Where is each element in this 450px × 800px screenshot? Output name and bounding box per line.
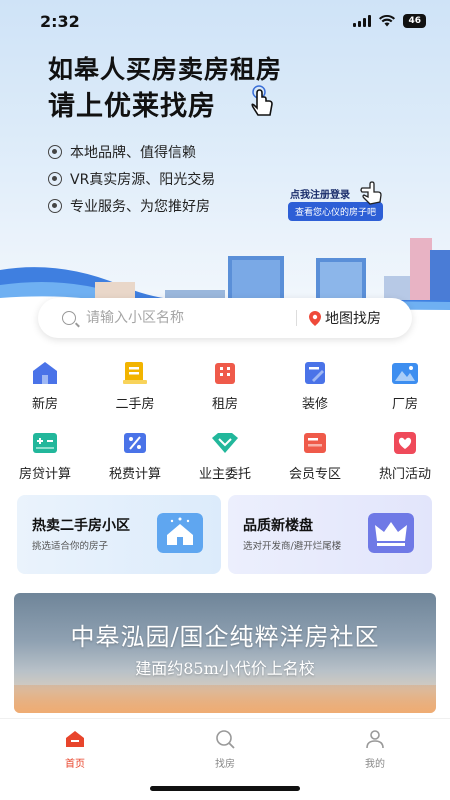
category-label: 业主委托 [198,467,251,482]
profile-icon [366,730,384,749]
card-title: 品质新楼盘 [243,518,313,534]
new-house-icon [33,362,57,384]
home-indicator [150,786,300,791]
feature-item: 本地品牌、值得信赖 [48,138,215,165]
hot-secondhand-communities-card[interactable]: 热卖二手房小区 挑选适合你的房子 [17,495,221,574]
category-label: 二手房 [115,397,155,412]
wifi-icon [379,15,396,27]
category-second-hand[interactable]: 二手房 [90,356,180,426]
home-icon [66,731,84,747]
card-subtitle: 挑选适合你的房子 [32,541,109,552]
category-label: 装修 [301,397,328,412]
factory-icon [392,363,418,384]
tab-home[interactable]: 首页 [45,729,105,770]
category-label: 税费计算 [108,467,161,482]
category-owner-entrust[interactable]: 业主委托 [180,426,270,496]
feature-text: VR真实房源、阳光交易 [70,171,216,188]
search-divider [296,310,297,326]
hot-event-icon [394,432,416,454]
category-factory[interactable]: 厂房 [360,356,450,426]
decorate-icon [305,362,325,384]
loan-calc-icon [33,433,57,453]
promo-subtitle: 建面约85m小代价上名校 [135,659,315,678]
category-label: 房贷计算 [18,467,71,482]
medal-icon [48,144,62,159]
category-rent[interactable]: 租房 [180,356,270,426]
category-decorate[interactable]: 装修 [270,356,360,426]
hero-title-line1: 如皋人买房卖房租房 [48,55,283,84]
promo-horizon-decoration [14,685,436,713]
location-pin-icon [309,310,321,326]
search-icon [62,311,76,325]
category-label: 新房 [31,397,58,412]
category-label: 厂房 [391,397,418,412]
feature-text: 专业服务、为您推好房 [70,198,210,215]
category-label: 热门活动 [378,467,431,482]
tap-hand-icon [251,85,273,116]
signal-icon [353,15,372,27]
category-label: 租房 [211,397,238,412]
card-title: 热卖二手房小区 [32,518,130,534]
category-grid: 新房 二手房 租房 装修 厂房 房贷计算 税费计算 业主委托 会员专区 热门活动 [0,356,450,496]
category-label: 会员专区 [288,467,341,482]
tab-label: 首页 [65,759,85,770]
tab-label: 我的 [365,759,385,770]
category-new-house[interactable]: 新房 [0,356,90,426]
crown-icon [368,513,414,553]
status-icons: 46 [353,14,426,28]
tab-profile[interactable]: 我的 [345,729,405,770]
tax-calc-icon [124,433,146,453]
quality-new-developments-card[interactable]: 品质新楼盘 选对开发商/避开烂尾楼 [228,495,432,574]
map-search-button[interactable]: 地图找房 [309,308,381,328]
card-subtitle: 选对开发商/避开烂尾楼 [243,541,342,552]
rent-icon [215,363,235,384]
feature-text: 本地品牌、值得信赖 [70,144,196,161]
category-loan-calc[interactable]: 房贷计算 [0,426,90,496]
map-search-label: 地图找房 [325,311,381,327]
status-time: 2:32 [40,12,80,31]
hero-title-line2: 请上优莱找房 [48,91,216,122]
second-hand-icon [123,362,147,384]
find-house-icon [216,730,235,749]
promo-banner[interactable]: 中皋泓园/国企纯粹洋房社区 建面约85m小代价上名校 [14,593,436,713]
feature-item: VR真实房源、阳光交易 [48,165,215,192]
hero-banner[interactable]: 如皋人买房卖房租房 请上优莱找房 本地品牌、值得信赖 VR真实房源、阳光交易 专… [0,0,450,330]
status-bar: 2:32 46 [0,0,450,44]
house-badge-icon [157,513,203,553]
promo-title: 中皋泓园/国企纯粹洋房社区 [70,623,380,651]
hero-features: 本地品牌、值得信赖 VR真实房源、阳光交易 专业服务、为您推好房 [48,138,215,219]
search-bar: 地图找房 [38,298,412,338]
category-member[interactable]: 会员专区 [270,426,360,496]
tab-label: 找房 [215,759,235,770]
category-hot-event[interactable]: 热门活动 [360,426,450,496]
register-login-link[interactable]: 点我注册登录 [290,186,350,201]
vr-icon [48,171,62,186]
service-icon [48,198,62,213]
feature-item: 专业服务、为您推好房 [48,192,215,219]
search-input[interactable] [86,310,286,326]
battery-indicator: 46 [403,14,426,28]
pointer-hand-icon [360,181,382,205]
member-icon [304,433,326,453]
category-tax-calc[interactable]: 税费计算 [90,426,180,496]
owner-entrust-icon [212,433,238,453]
tab-find-house[interactable]: 找房 [195,729,255,770]
